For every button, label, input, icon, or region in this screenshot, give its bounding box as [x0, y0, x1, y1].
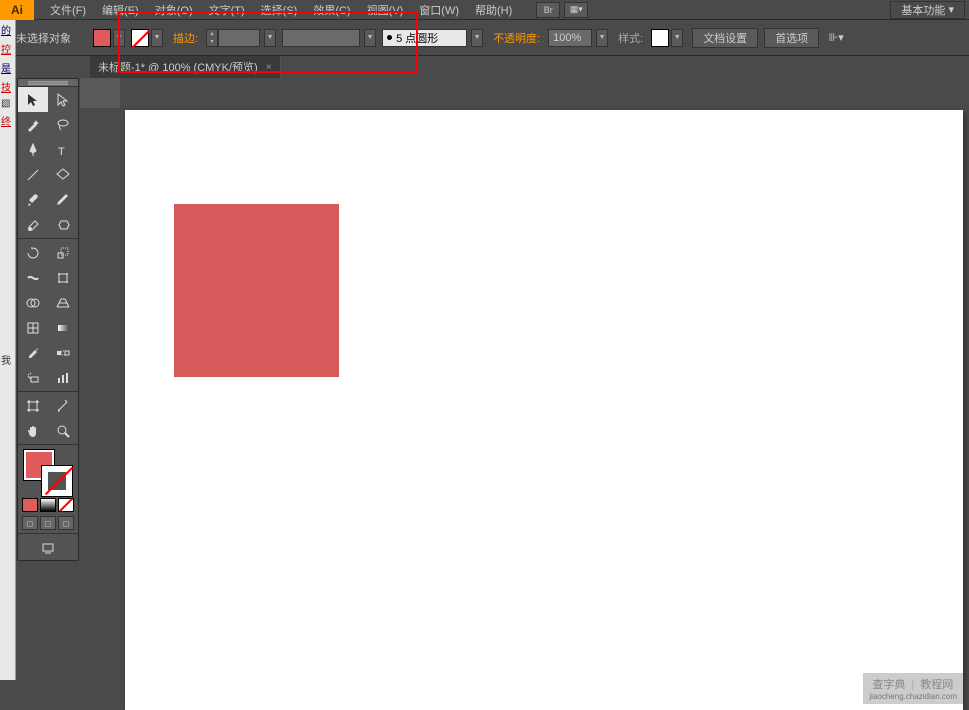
sidebar-link[interactable]: 控 [0, 39, 15, 58]
menu-view[interactable]: 视图(V) [359, 0, 412, 20]
svg-text:T: T [58, 146, 65, 158]
blend-tool[interactable] [48, 340, 78, 365]
bridge-button[interactable]: Br [536, 2, 560, 18]
scale-tool[interactable] [48, 240, 78, 265]
sidebar-link[interactable]: 的 [0, 20, 15, 39]
tab-close-button[interactable]: × [266, 62, 272, 73]
line-tool[interactable] [18, 162, 48, 187]
menu-file[interactable]: 文件(F) [42, 0, 94, 20]
tools-panel: T [17, 78, 79, 561]
blob-brush-tool[interactable] [18, 212, 48, 237]
draw-normal[interactable]: ◻ [22, 516, 38, 530]
hand-tool[interactable] [18, 418, 48, 443]
stroke-weight-label: 描边: [173, 30, 198, 46]
draw-behind[interactable]: ◻ [40, 516, 56, 530]
menu-select[interactable]: 选择(S) [253, 0, 306, 20]
document-tab-bar: 未标题-1* @ 100% (CMYK/预览) × [0, 56, 969, 78]
pen-tool[interactable] [18, 137, 48, 162]
ruler-corner [80, 78, 120, 108]
menu-help[interactable]: 帮助(H) [467, 0, 520, 20]
color-mode-gradient[interactable] [40, 498, 56, 512]
sidebar-link[interactable]: 是 [0, 58, 15, 77]
artboard[interactable] [125, 110, 963, 710]
brush-dropdown[interactable]: ▼ [471, 29, 483, 47]
pencil-tool[interactable] [48, 187, 78, 212]
app-logo: Ai [0, 0, 34, 20]
free-transform-tool[interactable] [48, 265, 78, 290]
artboard-tool[interactable] [18, 393, 48, 418]
menu-type[interactable]: 文字(T) [201, 0, 253, 20]
perspective-grid-tool[interactable] [48, 290, 78, 315]
stroke-dropdown[interactable]: ▼ [151, 29, 163, 47]
brush-dot-icon [387, 35, 392, 40]
paintbrush-tool[interactable] [18, 187, 48, 212]
eyedropper-tool[interactable] [18, 340, 48, 365]
variable-width-dropdown[interactable]: ▼ [364, 29, 376, 47]
document-setup-button[interactable]: 文档设置 [692, 28, 758, 48]
type-tool[interactable]: T [48, 137, 78, 162]
stroke-weight-spinner[interactable]: ▴▾ [206, 29, 218, 47]
variable-width-field[interactable] [282, 29, 360, 47]
fill-swatch[interactable] [93, 29, 111, 47]
stroke-weight-dropdown[interactable]: ▼ [264, 29, 276, 47]
selection-status: 未选择对象 [6, 30, 81, 46]
document-tab[interactable]: 未标题-1* @ 100% (CMYK/预览) × [90, 56, 281, 78]
control-bar: 未选择对象 ▼ ▼ 描边: ▴▾ ▼ ▼ 5 点圆形 ▼ 不透明度: 100% … [0, 20, 969, 56]
color-mode-solid[interactable] [22, 498, 38, 512]
fill-dropdown[interactable]: ▼ [113, 29, 125, 47]
sidebar-link[interactable]: ▧ [0, 96, 15, 111]
watermark: 查字典|教程网 jiaocheng.chazidian.com [863, 673, 963, 704]
selection-tool[interactable] [18, 87, 48, 112]
opacity-label: 不透明度: [493, 30, 540, 46]
red-rectangle-shape[interactable] [174, 204, 339, 377]
draw-inside[interactable]: ◻ [58, 516, 74, 530]
zoom-tool[interactable] [48, 418, 78, 443]
color-mode-none[interactable] [58, 498, 74, 512]
mesh-tool[interactable] [18, 315, 48, 340]
width-tool[interactable] [18, 265, 48, 290]
stroke-color-box[interactable] [42, 466, 72, 496]
shape-builder-tool[interactable] [18, 290, 48, 315]
direct-selection-tool[interactable] [48, 87, 78, 112]
slice-tool[interactable] [48, 393, 78, 418]
tab-title: 未标题-1* @ 100% (CMYK/预览) [98, 59, 258, 75]
eraser-tool[interactable] [48, 212, 78, 237]
menu-bar: Ai 文件(F) 编辑(E) 对象(O) 文字(T) 选择(S) 效果(C) 视… [0, 0, 969, 20]
preferences-button[interactable]: 首选项 [764, 28, 819, 48]
brush-field[interactable]: 5 点圆形 [382, 29, 467, 47]
align-icon[interactable]: ⊪▾ [822, 29, 850, 47]
sidebar-link[interactable]: 终 [0, 111, 15, 130]
menu-window[interactable]: 窗口(W) [411, 0, 467, 20]
style-label: 样式: [618, 30, 643, 46]
magic-wand-tool[interactable] [18, 112, 48, 137]
fill-stroke-control[interactable] [18, 446, 78, 496]
graphic-style-swatch[interactable] [651, 29, 669, 47]
gradient-tool[interactable] [48, 315, 78, 340]
rectangle-tool[interactable] [48, 162, 78, 187]
browser-sidebar: 的 控 是 技 ▧ 终 我 [0, 20, 16, 680]
sidebar-link[interactable]: 我 [0, 350, 15, 369]
panel-grip[interactable] [18, 79, 78, 87]
arrange-docs-button[interactable]: ▦▾ [564, 2, 588, 18]
sidebar-link[interactable]: 技 [0, 77, 15, 96]
stroke-weight-field[interactable] [218, 29, 260, 47]
column-graph-tool[interactable] [48, 365, 78, 390]
lasso-tool[interactable] [48, 112, 78, 137]
menu-object[interactable]: 对象(O) [147, 0, 201, 20]
symbol-sprayer-tool[interactable] [18, 365, 48, 390]
stroke-swatch[interactable] [131, 29, 149, 47]
menu-effect[interactable]: 效果(C) [305, 0, 358, 20]
opacity-dropdown[interactable]: ▼ [596, 29, 608, 47]
rotate-tool[interactable] [18, 240, 48, 265]
menu-edit[interactable]: 编辑(E) [94, 0, 147, 20]
workspace-switcher[interactable]: 基本功能 ▾ [890, 1, 965, 19]
opacity-field[interactable]: 100% [548, 29, 592, 47]
screen-mode-button[interactable] [18, 535, 78, 560]
style-dropdown[interactable]: ▼ [671, 29, 683, 47]
